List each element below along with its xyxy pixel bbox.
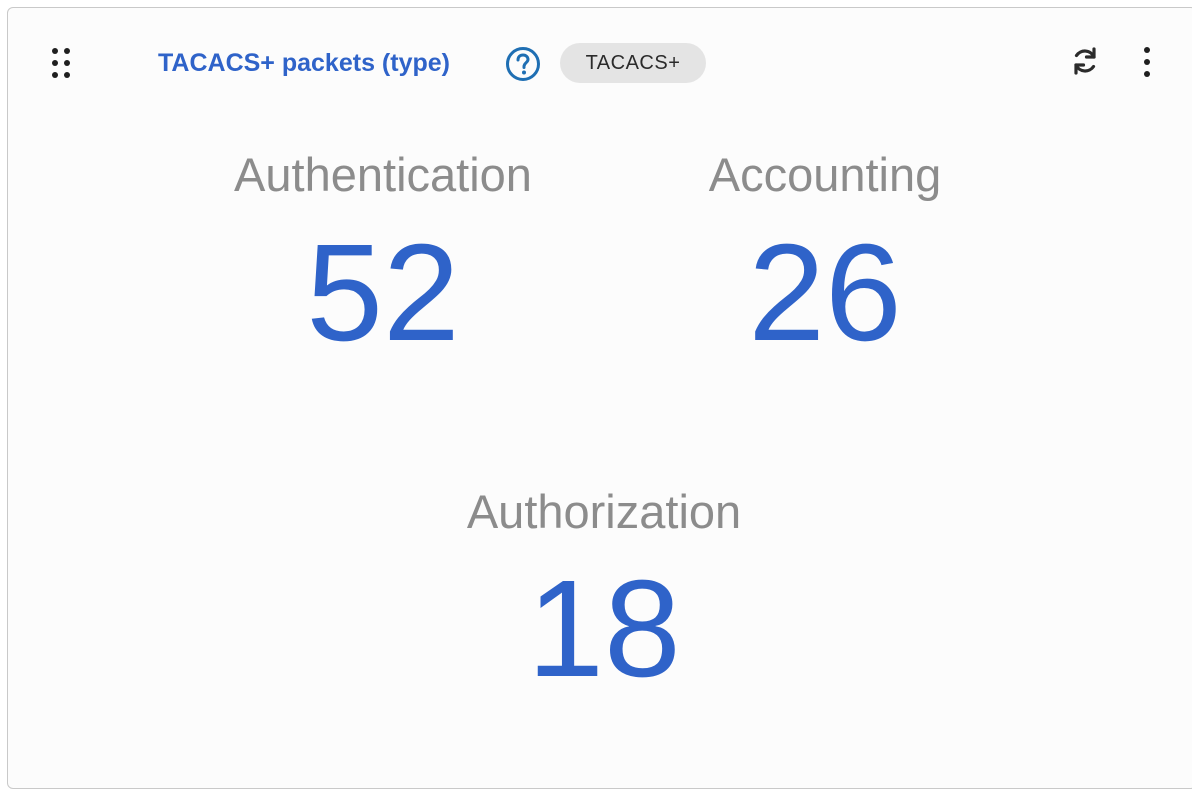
drag-handle-icon[interactable] xyxy=(50,46,74,80)
help-circle-icon[interactable] xyxy=(505,46,541,82)
widget-header: TACACS+ packets (type) TACACS+ xyxy=(8,8,1192,118)
refresh-icon[interactable] xyxy=(1068,44,1102,78)
more-vertical-icon[interactable] xyxy=(1134,42,1160,82)
authentication-label: Authentication xyxy=(234,148,532,201)
widget-title[interactable]: TACACS+ packets (type) xyxy=(158,46,450,80)
authentication-count: 52 xyxy=(306,216,460,370)
accounting-label: Accounting xyxy=(708,148,942,201)
accounting-count: 26 xyxy=(748,216,902,370)
protocol-tag: TACACS+ xyxy=(560,43,706,83)
tacacs-packets-widget: TACACS+ packets (type) TACACS+ Authentic… xyxy=(7,7,1192,789)
authorization-count: 18 xyxy=(527,552,681,706)
authorization-label: Authorization xyxy=(466,485,742,538)
